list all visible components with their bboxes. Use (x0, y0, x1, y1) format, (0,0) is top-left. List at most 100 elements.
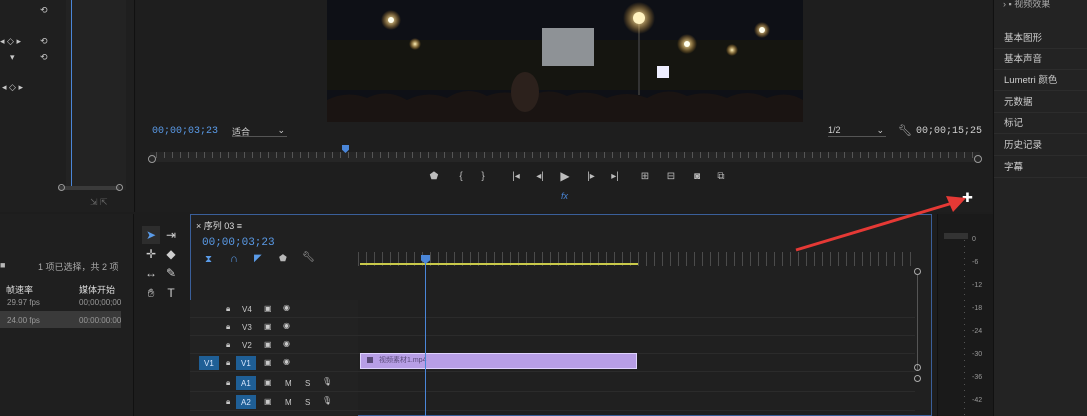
extract-icon[interactable]: ⊟ (662, 168, 680, 184)
comparison-view-icon[interactable]: ⧉ (712, 168, 730, 184)
hand-tool-icon[interactable]: ✋︎ (142, 284, 160, 302)
step-forward-icon[interactable]: |▸ (582, 168, 600, 184)
scroll-handle-left[interactable] (58, 184, 65, 191)
scrub-zoom-handle-left[interactable] (148, 155, 156, 163)
lock-icon[interactable]: 🔒︎ (226, 397, 230, 407)
eye-icon[interactable]: ◉ (283, 321, 290, 330)
add-marker-icon[interactable]: ⬟ (279, 253, 287, 264)
effect-controls-playhead[interactable] (71, 0, 72, 190)
meter-scale-label: -24 (972, 328, 983, 335)
effect-controls-timeline[interactable] (66, 0, 126, 190)
timeline-playhead[interactable] (425, 256, 426, 416)
sync-lock-icon[interactable]: ▣ (264, 304, 272, 313)
scrubber-ticks (156, 152, 974, 158)
timeline-timecode[interactable]: 00;00;03;23 (202, 237, 275, 249)
mute-button[interactable]: M (285, 398, 292, 407)
panel-metadata[interactable]: 元数据 (994, 92, 1087, 113)
keyframe-nav[interactable]: ◂ ◇ ▸ (2, 82, 23, 93)
reset-icon[interactable]: ⟲ (40, 36, 48, 47)
sync-lock-icon[interactable]: ▣ (264, 378, 272, 387)
export-icon[interactable]: ⇲ ⇱ (90, 197, 108, 208)
solo-button[interactable]: S (305, 379, 310, 388)
marker-icon[interactable]: ⬟ (425, 168, 443, 184)
v-scroll-handle[interactable] (914, 364, 921, 371)
track-name[interactable]: V4 (242, 305, 252, 314)
panel-essential-graphics[interactable]: 基本图形 (994, 28, 1087, 49)
track-name[interactable]: V2 (242, 341, 252, 350)
nest-toggle-icon[interactable]: ⧗ (205, 254, 212, 265)
project-row[interactable]: 29.97 fps 00;00;00;00 (0, 293, 121, 310)
go-to-in-icon[interactable]: |◂ (507, 168, 525, 184)
video-clip[interactable]: 视频素材1.mp4 (360, 353, 637, 369)
zoom-scrollbar[interactable] (58, 186, 120, 190)
microphone-icon[interactable]: 🎙︎ (322, 396, 332, 405)
sync-lock-icon[interactable]: ▣ (264, 340, 272, 349)
timeline-settings-icon[interactable]: 🔧︎ (302, 252, 315, 263)
sequence-tab[interactable]: × 序列 03 ≡ (196, 219, 242, 232)
export-frame-icon[interactable]: ◙ (688, 168, 706, 184)
ripple-edit-tool-icon[interactable]: ✛ (142, 245, 160, 263)
track-target-a2[interactable]: A2 (236, 395, 256, 409)
pen-tool-icon[interactable]: ✎ (162, 264, 180, 282)
scroll-handle-right[interactable] (116, 184, 123, 191)
meter-scale-label: -30 (972, 351, 983, 358)
microphone-icon[interactable]: 🎙︎ (322, 377, 332, 386)
out-point-icon[interactable]: } (474, 168, 492, 184)
panel-captions[interactable]: 字幕 (994, 157, 1087, 178)
slip-tool-icon[interactable]: ↔ (142, 264, 160, 282)
resolution-select[interactable]: 1/2 ⌄ (828, 125, 886, 137)
panel-lumetri-color[interactable]: Lumetri 颜色 (994, 70, 1087, 91)
snap-icon[interactable]: ∩ (230, 253, 238, 265)
eye-icon[interactable]: ◉ (283, 303, 290, 312)
eye-icon[interactable]: ◉ (283, 357, 290, 366)
source-patch-v1[interactable]: V1 (199, 356, 219, 370)
a-scroll-handle[interactable] (914, 375, 921, 382)
linked-selection-icon[interactable]: ◤ (254, 253, 262, 264)
panel-header[interactable]: › ▪ 视频效果 (1003, 0, 1050, 10)
lock-icon[interactable]: 🔒︎ (226, 340, 230, 350)
lock-icon[interactable]: 🔒︎ (226, 322, 230, 332)
selection-tool-icon[interactable]: ➤ (142, 226, 160, 244)
sync-lock-icon[interactable]: ▣ (264, 358, 272, 367)
solo-button[interactable]: S (305, 398, 310, 407)
razor-tool-icon[interactable]: ◆ (162, 245, 180, 263)
v-scrollbar[interactable] (917, 275, 918, 370)
program-timecode[interactable]: 00;00;03;23 (152, 126, 218, 137)
lift-icon[interactable]: ⊞ (636, 168, 654, 184)
menu-icon[interactable]: ≡ (234, 221, 242, 231)
audio-meters (937, 214, 993, 416)
sync-lock-icon[interactable]: ▣ (264, 397, 272, 406)
type-tool-icon[interactable]: T (162, 284, 180, 302)
meter-scale-label: -18 (972, 305, 983, 312)
panel-history[interactable]: 历史记录 (994, 135, 1087, 156)
sync-lock-icon[interactable]: ▣ (264, 322, 272, 331)
go-to-out-icon[interactable]: ▸| (606, 168, 624, 184)
reset-icon[interactable]: ⟲ (40, 52, 48, 63)
track-target-a1[interactable]: A1 (236, 376, 256, 390)
reset-icon[interactable]: ⟲ (40, 5, 48, 16)
keyframe-nav[interactable]: ◂ ◇ ▸ (0, 36, 21, 47)
bin-icon[interactable]: ■ (0, 260, 5, 270)
work-area-bar[interactable] (360, 263, 638, 265)
lock-icon[interactable]: 🔒︎ (226, 378, 230, 388)
wrench-icon[interactable]: 🔧︎ (898, 124, 912, 137)
lock-icon[interactable]: 🔒︎ (226, 358, 230, 368)
step-back-icon[interactable]: ◂| (531, 168, 549, 184)
eye-icon[interactable]: ◉ (283, 339, 290, 348)
close-icon[interactable]: × (196, 221, 204, 231)
track-target-v1[interactable]: V1 (236, 356, 256, 370)
v-scroll-handle[interactable] (914, 268, 921, 275)
mute-button[interactable]: M (285, 379, 292, 388)
in-point-icon[interactable]: { (452, 168, 470, 184)
play-icon[interactable]: ▶ (556, 168, 574, 184)
panel-markers[interactable]: 标记 (994, 113, 1087, 134)
zoom-select[interactable]: 适合 ⌄ (232, 125, 287, 137)
panel-essential-sound[interactable]: 基本声音 (994, 49, 1087, 70)
scrub-zoom-handle-right[interactable] (974, 155, 982, 163)
project-row-selected[interactable]: 24.00 fps 00:00:00:00 (0, 311, 121, 328)
track-select-tool-icon[interactable]: ⇥ (162, 226, 180, 244)
lock-icon[interactable]: 🔒︎ (226, 304, 230, 314)
dropdown-icon[interactable]: ▾ (10, 52, 15, 63)
button-editor-icon[interactable]: ✚ (962, 190, 973, 206)
track-name[interactable]: V3 (242, 323, 252, 332)
